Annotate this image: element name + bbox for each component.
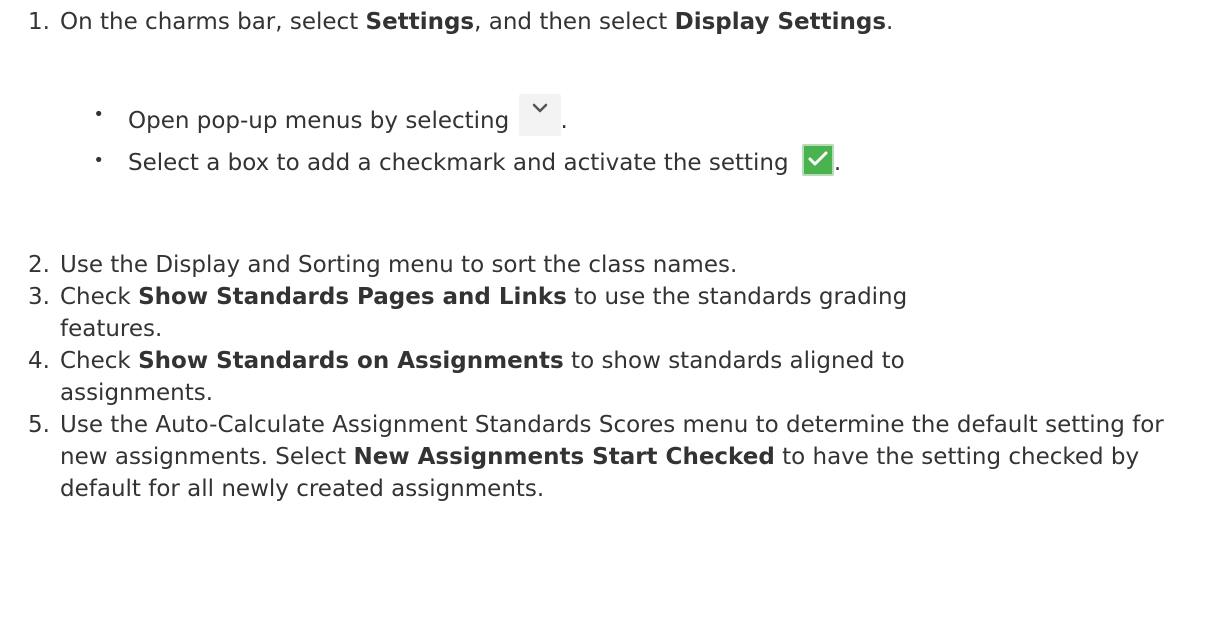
step-5: 5. Use the Auto-Calculate Assignment Sta… xyxy=(0,409,1200,505)
step-text: Check Show Standards Pages and Links to … xyxy=(58,281,990,345)
step-3: 3. Check Show Standards Pages and Links … xyxy=(0,281,1200,345)
checkbox-checked-icon xyxy=(801,143,834,176)
step-text-bold: Settings xyxy=(365,9,475,35)
bullet-text-after: . xyxy=(560,107,568,134)
step-text-bold: Display Settings xyxy=(674,9,887,35)
bullet-text: Select a box to add a checkmark and acti… xyxy=(128,143,842,179)
step-text: Use the Auto-Calculate Assignment Standa… xyxy=(58,409,1190,505)
step-text-bold: Show Standards Pages and Links xyxy=(138,284,567,310)
bullet-item: • Open pop-up menus by selecting . xyxy=(0,92,1200,138)
step-text-part: Check xyxy=(60,284,139,310)
step-text: Use the Display and Sorting menu to sort… xyxy=(58,249,1200,281)
bullet-text-after: . xyxy=(833,149,842,176)
step-text-part: , and then select xyxy=(474,9,675,35)
step-text-part: . xyxy=(886,9,894,35)
step-number: 1. xyxy=(28,9,50,35)
step-4: 4. Check Show Standards on Assignments t… xyxy=(0,345,1200,409)
bullet-text-before: Open pop-up menus by selecting xyxy=(128,107,517,134)
instructions-page: 1. On the charms bar, select Settings, a… xyxy=(0,0,1210,634)
step-number: 4. xyxy=(28,348,50,374)
bullet-text: Open pop-up menus by selecting . xyxy=(128,93,568,137)
chevron-down-icon xyxy=(518,93,561,136)
step-text-part: On the charms bar, select xyxy=(60,9,366,35)
bullet-text-before: Select a box to add a checkmark and acti… xyxy=(128,149,796,176)
step-text-bold: New Assignments Start Checked xyxy=(353,444,775,470)
bullet-dot: • xyxy=(93,150,104,171)
step-text: On the charms bar, select Settings, and … xyxy=(58,6,1200,38)
step-text-bold: Show Standards on Assignments xyxy=(138,348,564,374)
step-number: 3. xyxy=(28,284,50,310)
bullet-dot: • xyxy=(93,104,104,125)
step-text-part: Use the Display and Sorting menu to sort… xyxy=(60,252,738,278)
step-text-part: Check xyxy=(60,348,139,374)
step-2: 2. Use the Display and Sorting menu to s… xyxy=(0,249,1200,281)
step-number: 2. xyxy=(28,252,50,278)
bullet-list: • Open pop-up menus by selecting . • Sel… xyxy=(0,92,1200,184)
bullet-item: • Select a box to add a checkmark and ac… xyxy=(0,138,1200,184)
step-text: Check Show Standards on Assignments to s… xyxy=(58,345,1000,409)
step-1: 1. On the charms bar, select Settings, a… xyxy=(0,6,1200,38)
step-number: 5. xyxy=(28,412,50,438)
